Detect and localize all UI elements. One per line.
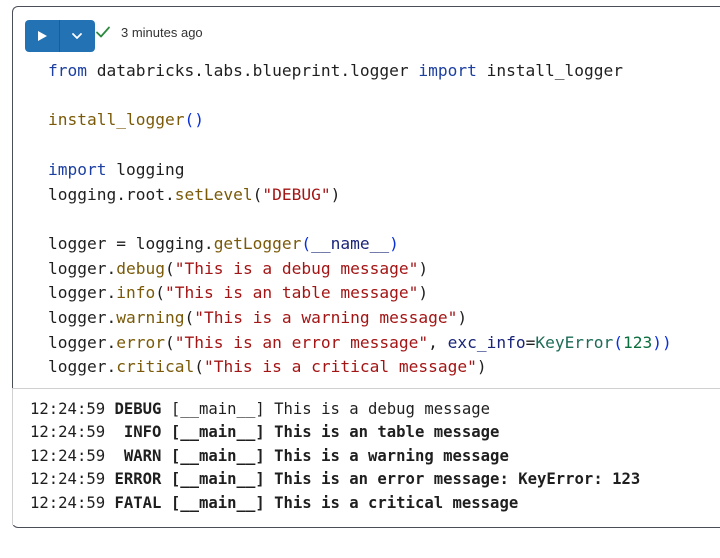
code-line: logger.info("This is an table message") — [48, 283, 429, 303]
code-editor[interactable]: from databricks.labs.blueprint.logger im… — [48, 59, 672, 380]
code-line: logger.critical("This is a critical mess… — [48, 357, 487, 377]
output-line: 12:24:59 ERROR [__main__] This is an err… — [30, 470, 641, 489]
run-options-dropdown[interactable] — [60, 20, 94, 52]
output-line: 12:24:59 WARN [__main__] This is a warni… — [30, 446, 509, 465]
status-timestamp: 3 minutes ago — [121, 24, 203, 40]
check-icon — [94, 23, 112, 41]
output-line: 12:24:59 DEBUG [__main__] This is a debu… — [30, 400, 491, 418]
code-line: logger.error("This is an error message",… — [48, 332, 672, 352]
run-cell-button[interactable] — [25, 20, 59, 52]
code-line: logger = logging.getLogger(__name__) — [48, 233, 399, 253]
code-line: logging.root.setLevel("DEBUG") — [48, 184, 341, 204]
code-line: logger.debug("This is a debug message") — [48, 258, 429, 278]
code-line: logger.warning("This is a warning messag… — [48, 308, 468, 328]
code-line: install_logger() — [48, 110, 204, 130]
play-icon — [38, 31, 47, 41]
cell-output: 12:24:59 DEBUG [__main__] This is a debu… — [12, 388, 720, 525]
output-line: 12:24:59 INFO [__main__] This is an tabl… — [30, 423, 500, 442]
chevron-down-icon — [72, 33, 82, 39]
run-status: 3 minutes ago — [94, 23, 203, 41]
code-line: from databricks.labs.blueprint.logger im… — [48, 61, 624, 80]
run-button-group — [25, 20, 95, 52]
code-line: import logging — [48, 159, 185, 179]
output-line: 12:24:59 FATAL [__main__] This is a crit… — [30, 493, 519, 512]
